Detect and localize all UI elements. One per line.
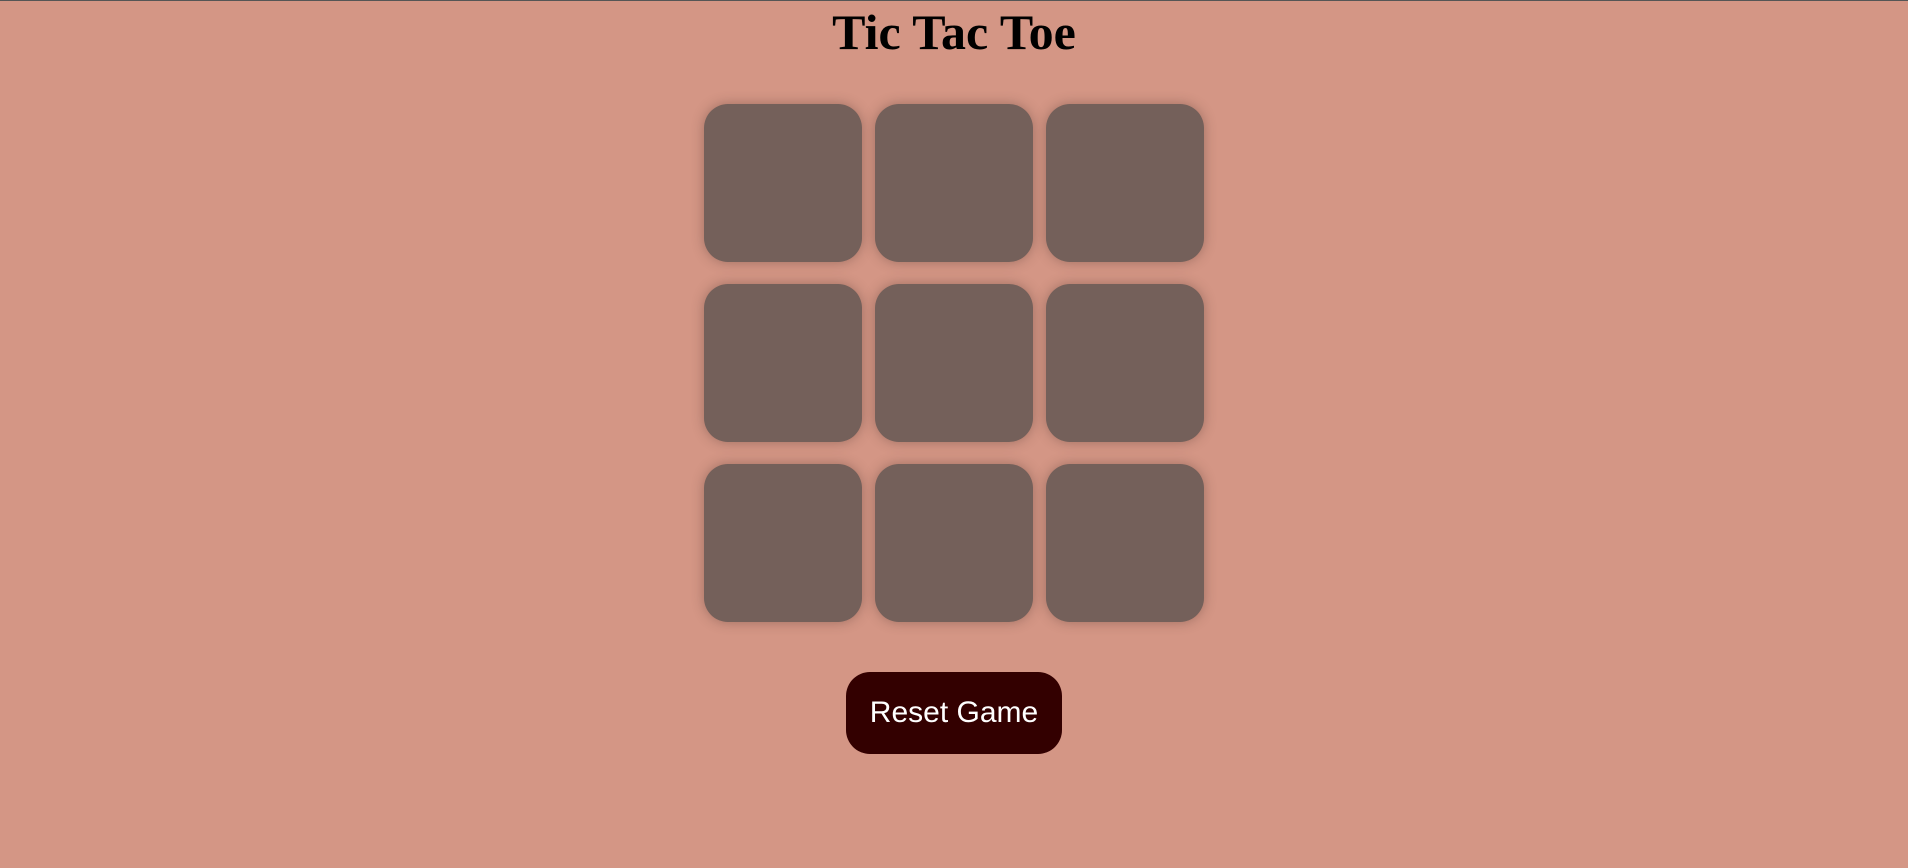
board-cell-7[interactable] — [704, 464, 862, 622]
game-container: Tic Tac Toe Reset Game — [0, 1, 1908, 754]
board-cell-6[interactable] — [1046, 284, 1204, 442]
board-cell-4[interactable] — [704, 284, 862, 442]
game-board — [704, 104, 1204, 622]
board-cell-2[interactable] — [875, 104, 1033, 262]
board-cell-1[interactable] — [704, 104, 862, 262]
board-cell-9[interactable] — [1046, 464, 1204, 622]
reset-game-button[interactable]: Reset Game — [846, 672, 1062, 754]
board-cell-8[interactable] — [875, 464, 1033, 622]
board-cell-5[interactable] — [875, 284, 1033, 442]
board-cell-3[interactable] — [1046, 104, 1204, 262]
page-title: Tic Tac Toe — [832, 4, 1076, 60]
